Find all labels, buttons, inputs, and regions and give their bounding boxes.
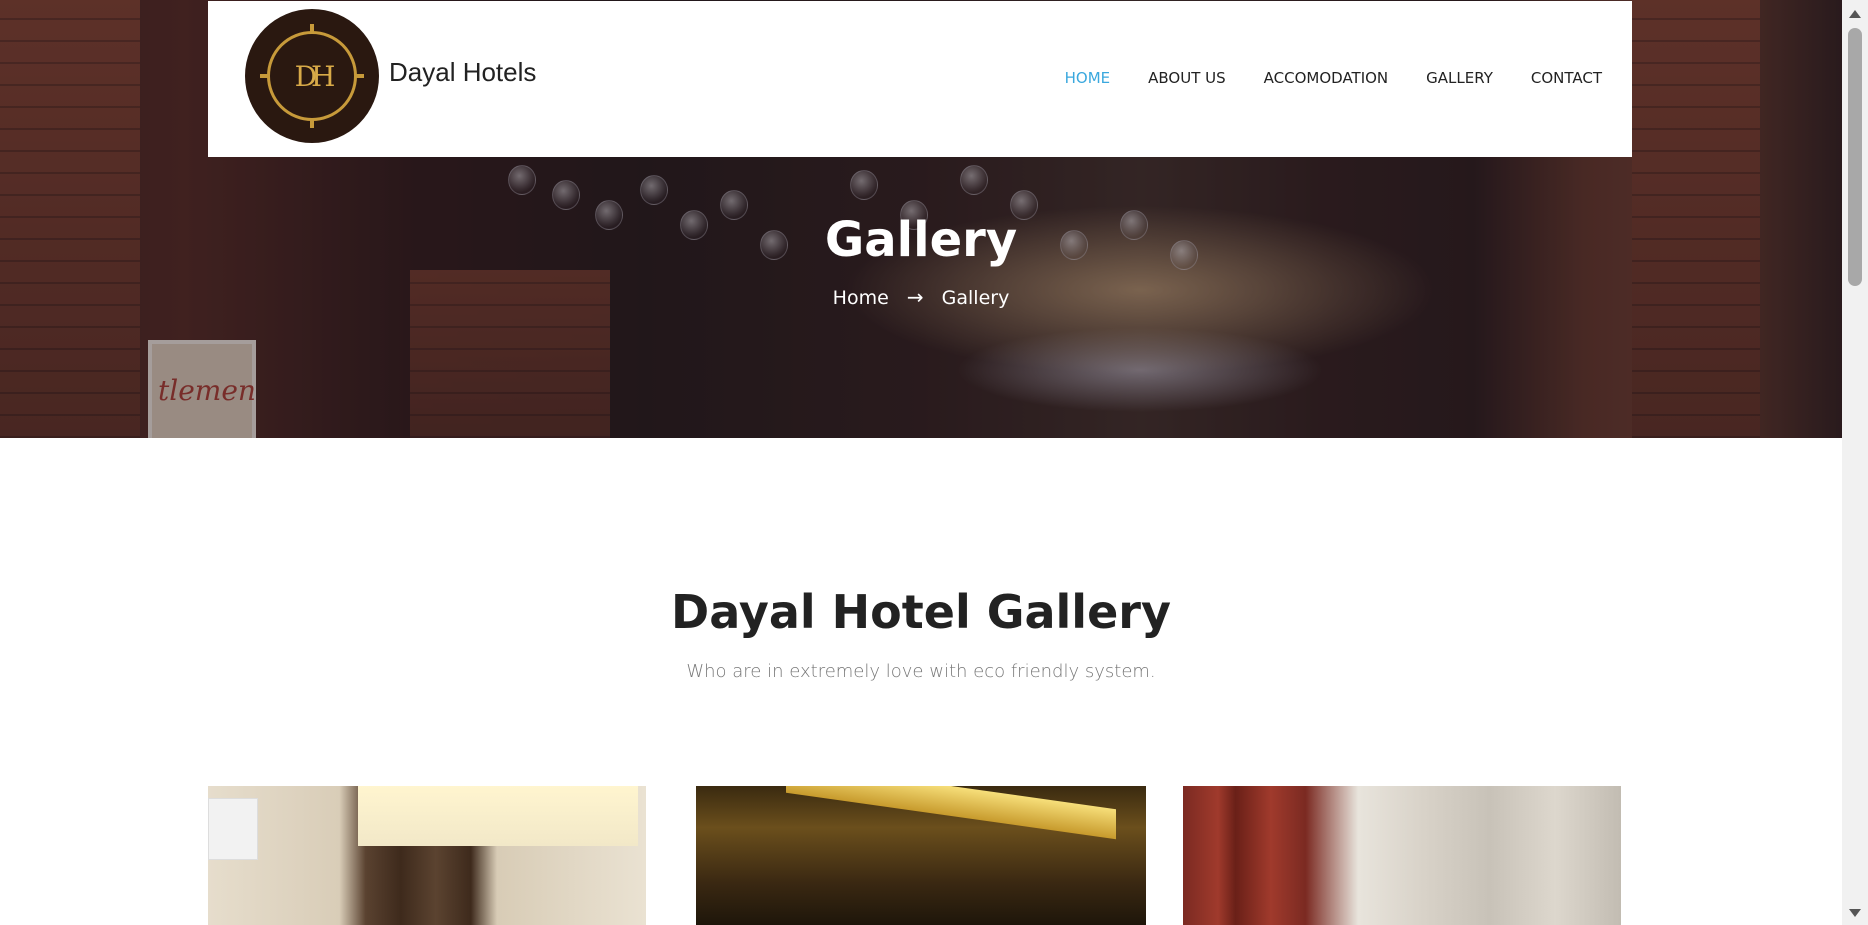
arrow-right-icon: → [906,285,924,309]
scrollbar[interactable] [1842,0,1868,925]
breadcrumb-home-link[interactable]: Home [833,287,889,309]
gallery-image[interactable] [696,786,1146,925]
section-subtitle: Who are in extremely love with eco frien… [686,661,1156,682]
nav-item-gallery[interactable]: GALLERY [1426,69,1493,87]
brand-name[interactable]: Dayal Hotels [389,57,536,88]
ceiling-light [358,786,638,846]
logo[interactable]: DH [245,9,379,143]
scroll-up-icon[interactable] [1849,10,1861,18]
air-conditioner [208,798,258,860]
breadcrumb: Home → Gallery [0,285,1842,309]
nav-item-accomodation[interactable]: ACCOMODATION [1264,69,1389,87]
breadcrumb-current: Gallery [941,287,1010,309]
nav-item-home[interactable]: HOME [1065,69,1111,87]
scroll-thumb[interactable] [1848,28,1862,286]
site-header: DH Dayal Hotels HOME ABOUT US ACCOMODATI… [208,1,1632,157]
section-title: Dayal Hotel Gallery [671,585,1171,639]
nav-item-about-us[interactable]: ABOUT US [1148,69,1226,87]
page-title: Gallery [824,212,1018,268]
gallery-image[interactable] [208,786,646,925]
gallery-image[interactable] [1183,786,1621,925]
nav-item-contact[interactable]: CONTACT [1531,69,1602,87]
page: tlemen DH Dayal Hotels HOME ABOUT US ACC… [0,0,1868,925]
scroll-down-icon[interactable] [1849,909,1861,917]
logo-ring-icon: DH [260,31,364,121]
logo-monogram: DH [294,59,336,93]
ceiling-light [786,786,1116,840]
main-nav: HOME ABOUT US ACCOMODATION GALLERY CONTA… [1027,69,1602,87]
